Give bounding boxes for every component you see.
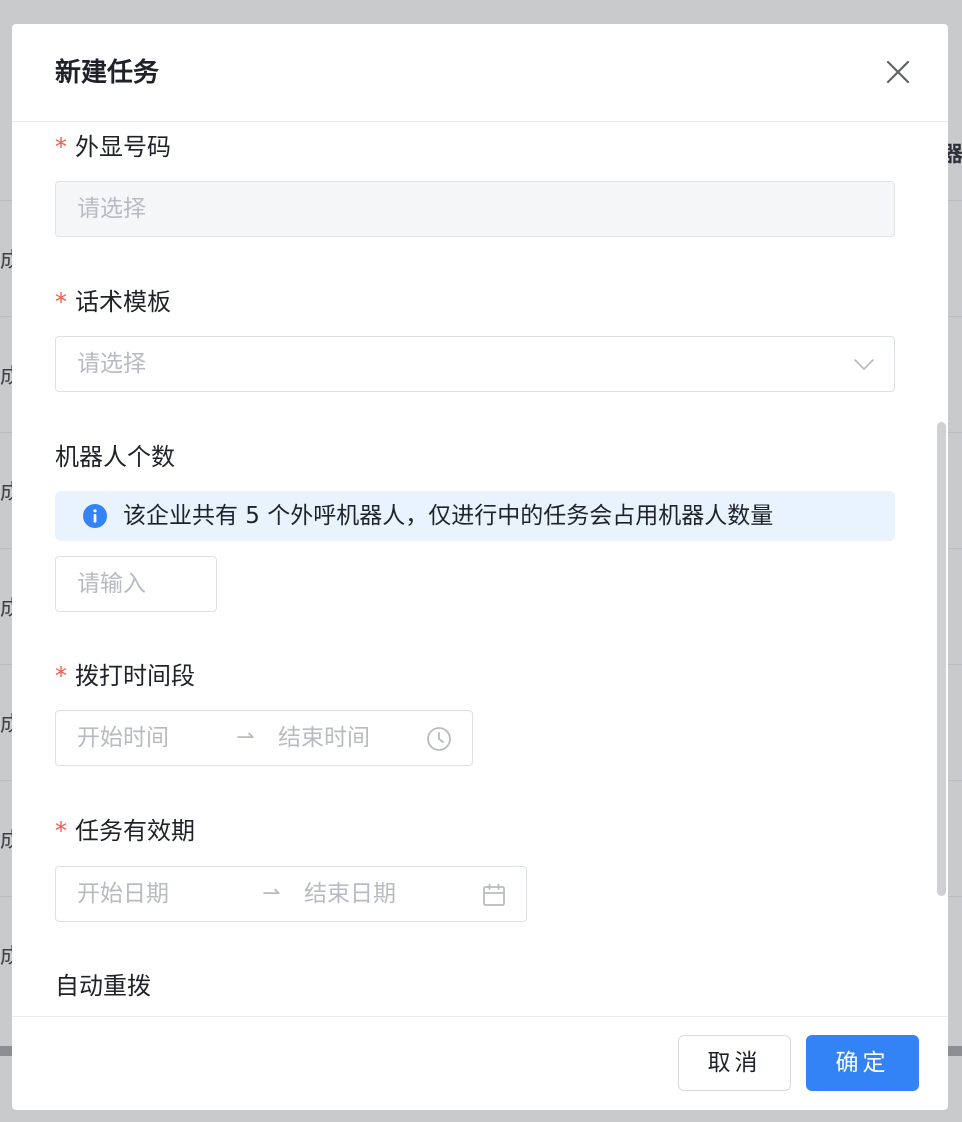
calendar-icon [483, 883, 505, 906]
validity-start-input[interactable]: 开始日期 [77, 879, 169, 909]
validity-end-input[interactable]: 结束日期 [304, 879, 396, 909]
required-mark: * [55, 817, 67, 845]
script-template-select[interactable]: 请选择 [55, 336, 895, 392]
script-template-label: * 话术模板 [55, 288, 171, 316]
dialog-title: 新建任务 [55, 58, 160, 88]
dialog-body[interactable]: * 外显号码 请选择 * 话术模板 请选择 机器人个数 该企业共有 5 个外呼机器人… [12, 122, 948, 1016]
dial-period-end-input[interactable]: 结束时间 [278, 723, 370, 753]
script-template-placeholder: 请选择 [77, 351, 146, 377]
robot-count-placeholder: 请输入 [77, 571, 146, 597]
dialog-footer: 取消 确定 [12, 1016, 948, 1110]
required-mark: * [55, 133, 67, 161]
dialog-scrollbar[interactable] [937, 422, 946, 896]
background-scrollbar [948, 1046, 962, 1056]
new-task-dialog: 新建任务 * 外显号码 请选择 * 话术模板 请选择 机器人个数 该企业共有 5… [12, 24, 948, 1110]
close-icon [886, 60, 910, 84]
required-mark: * [55, 662, 67, 690]
background-scrollbar [0, 1046, 12, 1056]
validity-date-range-picker[interactable]: 开始日期 ⇀ 结束日期 [55, 866, 527, 922]
chevron-down-icon [854, 359, 874, 370]
dial-period-start-input[interactable]: 开始时间 [77, 723, 169, 753]
robot-count-info-banner: 该企业共有 5 个外呼机器人，仅进行中的任务会占用机器人数量 [55, 491, 895, 541]
dial-period-label: * 拨打时间段 [55, 662, 195, 690]
robot-count-info-text: 该企业共有 5 个外呼机器人，仅进行中的任务会占用机器人数量 [123, 503, 774, 529]
validity-label: * 任务有效期 [55, 817, 195, 845]
close-button[interactable] [884, 58, 912, 86]
required-mark: * [55, 288, 67, 316]
caller-number-label: * 外显号码 [55, 133, 171, 161]
caller-number-select[interactable]: 请选择 [55, 181, 895, 237]
dial-period-range-picker[interactable]: 开始时间 ⇀ 结束时间 [55, 710, 473, 766]
dialog-header: 新建任务 [12, 24, 948, 122]
confirm-button[interactable]: 确定 [806, 1035, 919, 1091]
cancel-button[interactable]: 取消 [678, 1035, 791, 1091]
caller-number-placeholder: 请选择 [77, 196, 146, 222]
clock-icon [427, 727, 451, 751]
range-separator: ⇀ [262, 881, 281, 906]
robot-count-input[interactable]: 请输入 [55, 556, 217, 612]
info-icon [83, 504, 107, 528]
range-separator: ⇀ [236, 725, 255, 750]
robot-count-label: 机器人个数 [55, 443, 175, 471]
auto-redial-label: 自动重拨 [55, 972, 151, 1000]
